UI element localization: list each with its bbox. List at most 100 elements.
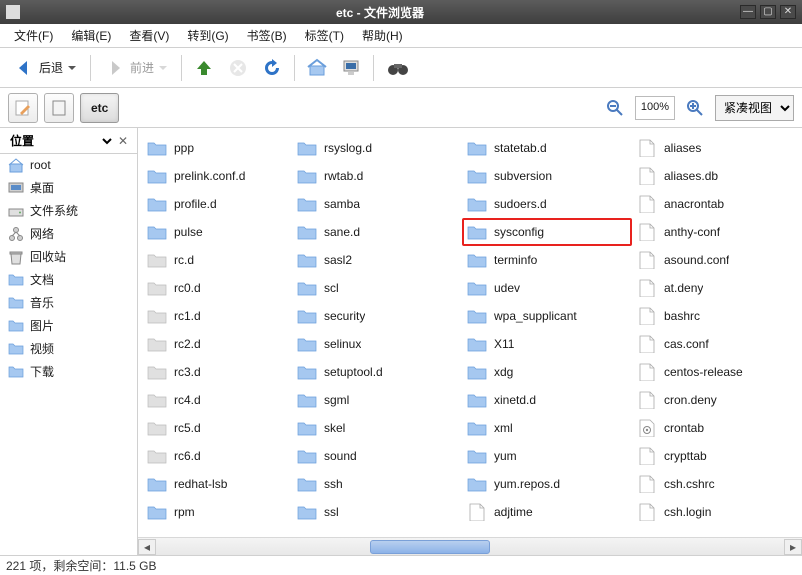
file-item-rwtab.d[interactable]: rwtab.d — [292, 162, 462, 190]
file-item-rc.d[interactable]: rc.d — [142, 246, 292, 274]
file-item-rc1.d[interactable]: rc1.d — [142, 302, 292, 330]
sidebar-item-视频[interactable]: 视频 — [0, 337, 137, 360]
file-item-setuptool.d[interactable]: setuptool.d — [292, 358, 462, 386]
sidebar-item-文件系统[interactable]: 文件系统 — [0, 199, 137, 222]
file-item-ssh[interactable]: ssh — [292, 470, 462, 498]
zoom-in-button[interactable] — [681, 94, 709, 122]
menu-edit[interactable]: 编辑(E) — [63, 25, 119, 46]
file-item-anacrontab[interactable]: anacrontab — [632, 190, 802, 218]
sidebar-item-音乐[interactable]: 音乐 — [0, 291, 137, 314]
file-item-adjtime[interactable]: adjtime — [462, 498, 632, 526]
file-item-anthy-conf[interactable]: anthy-conf — [632, 218, 802, 246]
file-item-csh.cshrc[interactable]: csh.cshrc — [632, 470, 802, 498]
close-sidebar-button[interactable]: ✕ — [115, 133, 131, 149]
file-item-rc2.d[interactable]: rc2.d — [142, 330, 292, 358]
path-document-button[interactable] — [44, 93, 74, 123]
file-item-sysconfig[interactable]: sysconfig — [462, 218, 632, 246]
file-item-rc3.d[interactable]: rc3.d — [142, 358, 292, 386]
sidebar-item-文档[interactable]: 文档 — [0, 268, 137, 291]
file-item-X11[interactable]: X11 — [462, 330, 632, 358]
back-button[interactable]: 后退 — [6, 52, 84, 84]
sidebar-item-图片[interactable]: 图片 — [0, 314, 137, 337]
file-item-yum.repos.d[interactable]: yum.repos.d — [462, 470, 632, 498]
sidebar-item-桌面[interactable]: 桌面 — [0, 176, 137, 199]
file-item-scl[interactable]: scl — [292, 274, 462, 302]
menu-tabs[interactable]: 标签(T) — [297, 25, 352, 46]
breadcrumb-etc[interactable]: etc — [80, 93, 119, 123]
menu-bookmarks[interactable]: 书签(B) — [239, 25, 295, 46]
file-item-rc4.d[interactable]: rc4.d — [142, 386, 292, 414]
file-item-ssl[interactable]: ssl — [292, 498, 462, 526]
scroll-right-button[interactable]: ▸ — [784, 539, 802, 555]
stop-button[interactable] — [222, 52, 254, 84]
file-item-rc5.d[interactable]: rc5.d — [142, 414, 292, 442]
file-item-cas.conf[interactable]: cas.conf — [632, 330, 802, 358]
folder-icon — [296, 166, 318, 186]
file-item-csh.login[interactable]: csh.login — [632, 498, 802, 526]
maximize-button[interactable]: ▢ — [760, 5, 776, 19]
file-item-statetab.d[interactable]: statetab.d — [462, 134, 632, 162]
file-grid[interactable]: ppprsyslog.dstatetab.daliases prelink.con… — [138, 128, 802, 537]
file-item-terminfo[interactable]: terminfo — [462, 246, 632, 274]
forward-button[interactable]: 前进 — [97, 52, 175, 84]
up-button[interactable] — [188, 52, 220, 84]
file-item-aliases.db[interactable]: aliases.db — [632, 162, 802, 190]
file-item-xinetd.d[interactable]: xinetd.d — [462, 386, 632, 414]
menu-help[interactable]: 帮助(H) — [354, 25, 411, 46]
file-item-aliases[interactable]: aliases — [632, 134, 802, 162]
file-item-xml[interactable]: xml — [462, 414, 632, 442]
file-item-yum[interactable]: yum — [462, 442, 632, 470]
file-item-sane.d[interactable]: sane.d — [292, 218, 462, 246]
file-item-redhat-lsb[interactable]: redhat-lsb — [142, 470, 292, 498]
sidebar-selector[interactable]: 位置 — [6, 133, 115, 149]
file-item-security[interactable]: security — [292, 302, 462, 330]
sidebar-item-root[interactable]: root — [0, 154, 137, 176]
menu-go[interactable]: 转到(G) — [179, 25, 236, 46]
file-item-xdg[interactable]: xdg — [462, 358, 632, 386]
file-item-rsyslog.d[interactable]: rsyslog.d — [292, 134, 462, 162]
file-item-sudoers.d[interactable]: sudoers.d — [462, 190, 632, 218]
sidebar-item-回收站[interactable]: 回收站 — [0, 245, 137, 268]
scroll-left-button[interactable]: ◂ — [138, 539, 156, 555]
sidebar-item-下载[interactable]: 下载 — [0, 360, 137, 383]
scroll-thumb[interactable] — [370, 540, 490, 554]
zoom-out-button[interactable] — [601, 94, 629, 122]
file-label: cron.deny — [664, 393, 717, 407]
file-item-profile.d[interactable]: profile.d — [142, 190, 292, 218]
file-item-selinux[interactable]: selinux — [292, 330, 462, 358]
scroll-track[interactable] — [156, 539, 784, 555]
file-item-samba[interactable]: samba — [292, 190, 462, 218]
file-item-skel[interactable]: skel — [292, 414, 462, 442]
file-item-centos-release[interactable]: centos-release — [632, 358, 802, 386]
file-item-udev[interactable]: udev — [462, 274, 632, 302]
close-window-button[interactable]: ✕ — [780, 5, 796, 19]
file-item-rpm[interactable]: rpm — [142, 498, 292, 526]
file-item-cron.deny[interactable]: cron.deny — [632, 386, 802, 414]
view-mode-select[interactable]: 紧凑视图 — [715, 95, 794, 121]
computer-button[interactable] — [335, 52, 367, 84]
file-item-asound.conf[interactable]: asound.conf — [632, 246, 802, 274]
menu-view[interactable]: 查看(V) — [121, 25, 177, 46]
horizontal-scrollbar[interactable]: ◂ ▸ — [138, 537, 802, 555]
file-item-bashrc[interactable]: bashrc — [632, 302, 802, 330]
sidebar-item-网络[interactable]: 网络 — [0, 222, 137, 245]
file-item-rc0.d[interactable]: rc0.d — [142, 274, 292, 302]
file-item-at.deny[interactable]: at.deny — [632, 274, 802, 302]
file-item-rc6.d[interactable]: rc6.d — [142, 442, 292, 470]
file-item-sound[interactable]: sound — [292, 442, 462, 470]
file-item-pulse[interactable]: pulse — [142, 218, 292, 246]
menu-file[interactable]: 文件(F) — [6, 25, 61, 46]
file-item-ppp[interactable]: ppp — [142, 134, 292, 162]
reload-button[interactable] — [256, 52, 288, 84]
file-item-sasl2[interactable]: sasl2 — [292, 246, 462, 274]
minimize-button[interactable]: — — [740, 5, 756, 19]
search-button[interactable] — [380, 52, 416, 84]
file-item-crypttab[interactable]: crypttab — [632, 442, 802, 470]
file-item-prelink.conf.d[interactable]: prelink.conf.d — [142, 162, 292, 190]
home-button[interactable] — [301, 52, 333, 84]
file-item-sgml[interactable]: sgml — [292, 386, 462, 414]
edit-path-button[interactable] — [8, 93, 38, 123]
file-item-subversion[interactable]: subversion — [462, 162, 632, 190]
file-item-crontab[interactable]: crontab — [632, 414, 802, 442]
file-item-wpa_supplicant[interactable]: wpa_supplicant — [462, 302, 632, 330]
